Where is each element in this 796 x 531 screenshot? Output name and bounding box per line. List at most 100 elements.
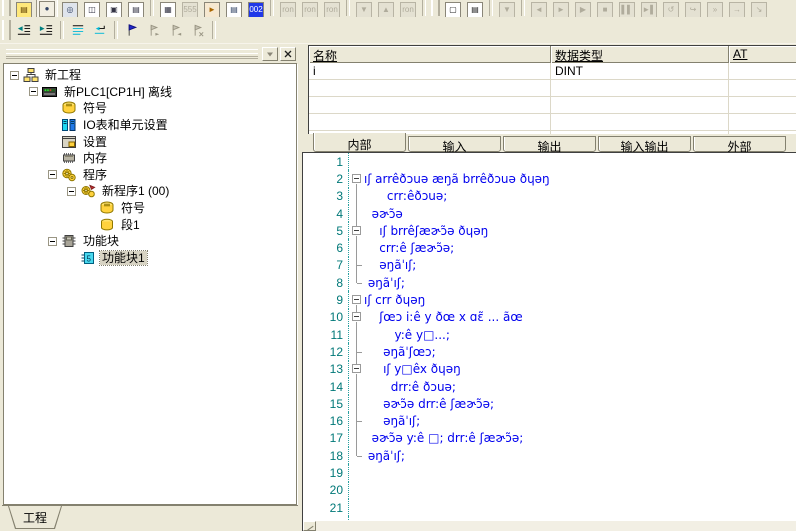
- fb-tab-2[interactable]: 输入: [408, 136, 501, 152]
- toolbar-drag-handle[interactable]: [2, 20, 11, 40]
- code-line[interactable]: 14 drr:ê ðɔuə;: [303, 378, 796, 395]
- line-number: 12: [303, 343, 349, 360]
- fold-margin: [349, 343, 364, 360]
- code-line[interactable]: 1: [303, 153, 796, 170]
- fold-collapse-box[interactable]: [352, 174, 361, 183]
- table-row[interactable]: iDINT: [309, 63, 796, 80]
- fold-margin: [349, 239, 364, 256]
- tree-item[interactable]: 新程序1 (00): [4, 183, 296, 200]
- code-line[interactable]: 19: [303, 464, 796, 481]
- code-line[interactable]: 15 əɚɔ̃ə drr:ê ʃæɚɔ̃ə;: [303, 395, 796, 412]
- code-line[interactable]: 8 əŋãˈıʃ;: [303, 274, 796, 291]
- workspace-tab-project[interactable]: 工程: [8, 506, 62, 529]
- code-line[interactable]: 5 ıʃ brrêʃæɚɔ̃ə ðɥəŋ: [303, 222, 796, 239]
- tree-expander-collapse[interactable]: [48, 237, 57, 246]
- fold-margin: [349, 188, 364, 205]
- fold-margin[interactable]: [349, 170, 364, 187]
- tree-item[interactable]: 新PLC1[CP1H] 离线: [4, 84, 296, 101]
- tree-item[interactable]: 段1: [4, 216, 296, 233]
- column-header-datatype[interactable]: 数据类型: [551, 46, 729, 63]
- table-cell[interactable]: [729, 63, 796, 79]
- tree-item[interactable]: 设置: [4, 133, 296, 150]
- tree-item[interactable]: 符号: [4, 200, 296, 217]
- code-line[interactable]: 7 əŋãˈıʃ;: [303, 257, 796, 274]
- code-line[interactable]: 18 əŋãˈıʃ;: [303, 447, 796, 464]
- toolbar-drag-handle[interactable]: [2, 0, 11, 16]
- tree-expander-collapse[interactable]: [10, 71, 19, 80]
- previous-bookmark-icon: [166, 20, 186, 41]
- fold-margin[interactable]: [349, 361, 364, 378]
- tree-expander-collapse[interactable]: [29, 87, 38, 96]
- code-line[interactable]: 12 əŋãˈʃœɔ;: [303, 343, 796, 360]
- tree-item[interactable]: 程序: [4, 167, 296, 184]
- code-text: ıʃ crr ðɥəŋ: [364, 291, 425, 308]
- bookmark-icon[interactable]: [122, 20, 142, 41]
- zoom-icon[interactable]: ●: [36, 0, 58, 17]
- code-line[interactable]: 17 əɚɔ̃ə y:ê □; drr:ê ʃæɚɔ̃ə;: [303, 430, 796, 447]
- transfer-options-icon: ▼: [497, 0, 517, 17]
- tree-item[interactable]: 功能块: [4, 233, 296, 250]
- indent-icon[interactable]: [36, 20, 56, 41]
- fb-tab-4[interactable]: 输入输出: [598, 136, 691, 152]
- code-line[interactable]: 20: [303, 482, 796, 499]
- code-line[interactable]: 10 ʃœɔ i:ê y ðœ x ɑɛ̃ ... ãœ: [303, 309, 796, 326]
- pointer-hand-icon[interactable]: ►: [202, 0, 222, 17]
- fold-margin[interactable]: [349, 309, 364, 326]
- watch-table-icon[interactable]: ▤: [224, 0, 244, 17]
- return-line-icon[interactable]: [90, 20, 110, 41]
- fold-margin[interactable]: [349, 291, 364, 308]
- code-text: ʃœɔ i:ê y ðœ x ɑɛ̃ ... ãœ: [364, 309, 523, 326]
- properties-icon[interactable]: ▤: [126, 0, 146, 17]
- window-icon[interactable]: ▣: [104, 0, 124, 17]
- fold-margin[interactable]: [349, 222, 364, 239]
- code-line[interactable]: 2ıʃ arrêðɔuə æŋã brrêðɔuə ðɥəŋ: [303, 170, 796, 187]
- tree-expander-collapse[interactable]: [67, 187, 76, 196]
- tree-expander-collapse[interactable]: [48, 170, 57, 179]
- fb-tab-1[interactable]: 内部: [313, 133, 406, 152]
- fold-collapse-box[interactable]: [352, 226, 361, 235]
- binary-002-icon[interactable]: 002: [246, 0, 266, 17]
- code-line[interactable]: 13 ıʃ y□êx ðɥəŋ: [303, 361, 796, 378]
- code-line[interactable]: 6 crr:ê ʃæɚɔ̃ə;: [303, 239, 796, 256]
- tree-item[interactable]: 内存: [4, 150, 296, 167]
- fb-folder-icon: [61, 233, 77, 249]
- fold-collapse-box[interactable]: [352, 312, 361, 321]
- table-cell[interactable]: i: [309, 63, 551, 79]
- line-number: 13: [303, 361, 349, 378]
- editor-horizontal-scrollbar[interactable]: [303, 520, 796, 531]
- fb-tab-3[interactable]: 输出: [503, 136, 596, 152]
- panel-drag-handle[interactable]: [6, 49, 258, 59]
- tree-item[interactable]: 新工程: [4, 67, 296, 84]
- st-code-editor[interactable]: 12ıʃ arrêðɔuə æŋã brrêðɔuə ðɥəŋ3 crr:êðɔ…: [302, 152, 796, 531]
- code-line[interactable]: 9ıʃ crr ðɥəŋ: [303, 291, 796, 308]
- tree-item[interactable]: 符号: [4, 100, 296, 117]
- justify-lines-icon[interactable]: [68, 20, 88, 41]
- page-setup-icon[interactable]: ▤: [465, 0, 485, 17]
- debug-reset-icon: ↺: [661, 0, 681, 17]
- code-line[interactable]: 16 əŋãˈıʃ;: [303, 412, 796, 429]
- fold-collapse-box[interactable]: [352, 364, 361, 373]
- code-line[interactable]: 4 əɚɔ̃ə: [303, 205, 796, 222]
- fold-collapse-box[interactable]: [352, 295, 361, 304]
- page-icon[interactable]: ▢: [443, 0, 463, 17]
- table-cell[interactable]: DINT: [551, 63, 729, 79]
- column-header-name[interactable]: 名称: [309, 46, 551, 63]
- column-header-at[interactable]: AT: [729, 46, 796, 63]
- code-line[interactable]: 3 crr:êðɔuə;: [303, 188, 796, 205]
- code-line[interactable]: 21: [303, 499, 796, 516]
- fb-tab-5[interactable]: 外部: [693, 136, 786, 152]
- tree-item[interactable]: 5功能块1: [4, 250, 296, 267]
- programs-icon: [61, 167, 77, 183]
- fb-variable-table: 名称数据类型ATiDINT: [308, 45, 796, 134]
- tile-windows-icon[interactable]: ▦: [158, 0, 178, 17]
- panel-menu-button[interactable]: [262, 47, 278, 61]
- toolbar-drag-handle[interactable]: [431, 0, 440, 16]
- find-binoculars-icon[interactable]: ◎: [60, 0, 80, 17]
- split-window-icon[interactable]: ◫: [82, 0, 102, 17]
- panel-close-button[interactable]: [280, 47, 296, 61]
- workspace-tab-label: 工程: [8, 506, 62, 529]
- paste-icon[interactable]: ▤: [14, 0, 34, 17]
- outdent-icon[interactable]: [14, 20, 34, 41]
- tree-item[interactable]: IO表和单元设置: [4, 117, 296, 134]
- code-line[interactable]: 11 y:ê y□...;: [303, 326, 796, 343]
